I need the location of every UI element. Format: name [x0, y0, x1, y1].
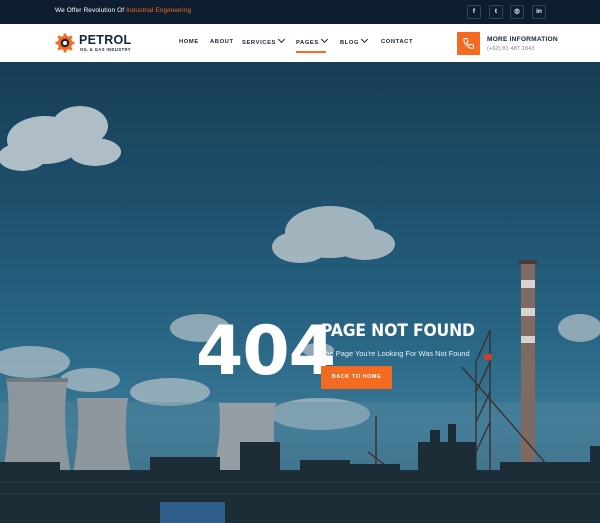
chevron-down-icon — [277, 35, 286, 44]
tagline-text: We Offer Revolution Of — [55, 7, 127, 14]
facebook-icon[interactable]: f — [467, 5, 481, 19]
error-subtitle: The Page You're Looking For Was Not Foun… — [321, 349, 470, 358]
tagline: We Offer Revolution Of Industrial Engine… — [55, 7, 191, 14]
top-bar: We Offer Revolution Of Industrial Engine… — [0, 0, 600, 24]
gear-logo-icon[interactable] — [55, 33, 75, 53]
nav-home-label: HOME — [179, 39, 199, 45]
back-to-home-button[interactable]: BACK TO HOME — [321, 366, 392, 389]
nav-pages[interactable]: PAGES — [296, 35, 328, 46]
nav-about-label: ABOUT — [210, 39, 234, 45]
nav-home[interactable]: HOME — [179, 39, 199, 45]
nav-contact[interactable]: CONTACT — [381, 39, 413, 45]
nav-blog-label: BLOG — [340, 40, 360, 46]
nav-active-indicator — [296, 51, 326, 53]
twitter-icon[interactable]: t — [489, 5, 503, 19]
more-information-title: MORE INFORMATION — [487, 36, 558, 43]
linkedin-icon[interactable]: in — [532, 5, 546, 19]
brand-subtitle: OIL & GAS INDUSTRY — [80, 47, 131, 52]
hero-section: 404 PAGE NOT FOUND The Page You're Looki… — [0, 62, 600, 523]
tagline-highlight: Industrial Engineering — [126, 7, 192, 14]
phone-number[interactable]: (+62) 81 487 1843 — [487, 46, 535, 52]
main-header: PETROL OIL & GAS INDUSTRY HOME ABOUT SER… — [0, 24, 600, 62]
nav-about[interactable]: ABOUT — [210, 39, 234, 45]
chevron-down-icon — [361, 35, 369, 44]
instagram-icon[interactable]: ◎ — [510, 5, 524, 19]
nav-blog[interactable]: BLOG — [340, 35, 369, 46]
nav-contact-label: CONTACT — [381, 39, 414, 45]
phone-icon — [463, 38, 475, 49]
nav-pages-label: PAGES — [296, 40, 319, 46]
chevron-down-icon — [320, 35, 328, 44]
industrial-background — [0, 106, 600, 523]
brand-title[interactable]: PETROL — [79, 33, 132, 47]
error-code: 404 — [196, 312, 336, 391]
nav-services-label: SERVICES — [242, 40, 277, 46]
page-not-found-title: PAGE NOT FOUND — [321, 321, 475, 341]
nav-services[interactable]: SERVICES — [242, 35, 286, 46]
phone-button[interactable] — [457, 32, 480, 55]
